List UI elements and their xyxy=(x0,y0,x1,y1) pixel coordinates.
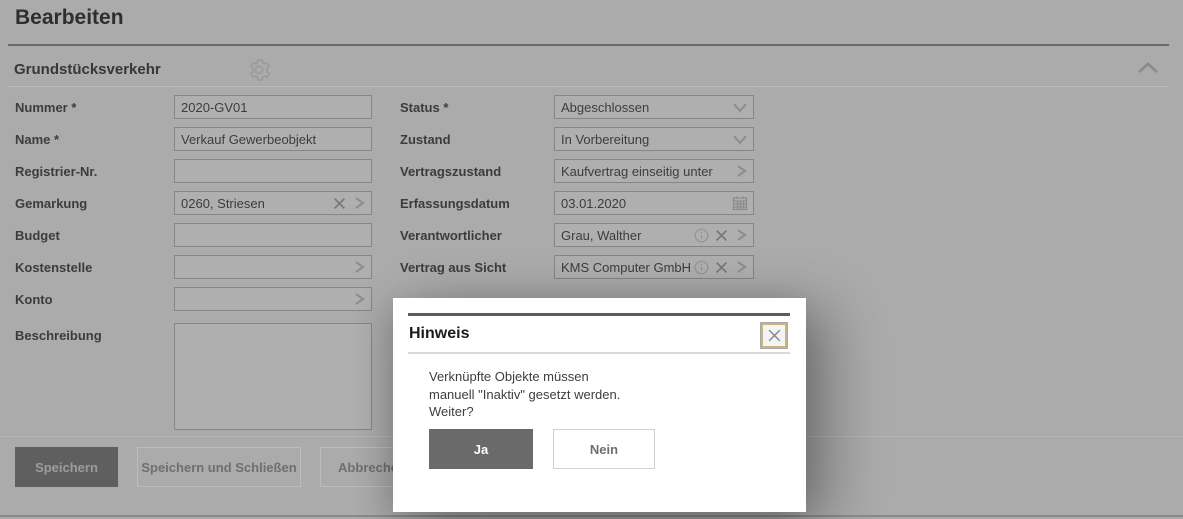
field-label: Verantwortlicher xyxy=(400,228,554,243)
form-column-right: Status * Abgeschlossen Zustand In Vorber… xyxy=(400,95,754,279)
chevron-right-icon[interactable] xyxy=(734,260,748,274)
chevron-up-icon[interactable] xyxy=(1136,60,1160,78)
chevron-right-icon[interactable] xyxy=(352,260,366,274)
yes-button[interactable]: Ja xyxy=(429,429,533,469)
form-row: Name * Verkauf Gewerbeobjekt xyxy=(15,127,372,151)
form-row: Registrier-Nr. xyxy=(15,159,372,183)
dialog-message: Verknüpfte Objekte müssen manuell "Inakt… xyxy=(429,368,620,421)
close-icon[interactable] xyxy=(760,322,788,349)
field-label: Kostenstelle xyxy=(15,260,174,275)
chevron-right-icon[interactable] xyxy=(352,292,366,306)
erfassungsdatum-input[interactable]: 03.01.2020 xyxy=(554,191,754,215)
chevron-down-icon[interactable] xyxy=(732,132,748,146)
field-label: Erfassungsdatum xyxy=(400,196,554,211)
zustand-select[interactable]: In Vorbereitung xyxy=(554,127,754,151)
status-select[interactable]: Abgeschlossen xyxy=(554,95,754,119)
x-icon[interactable] xyxy=(715,261,728,274)
field-label: Status * xyxy=(400,100,554,115)
field-value: Kaufvertrag einseitig unter xyxy=(555,164,734,179)
gear-icon[interactable] xyxy=(245,57,273,85)
form-row: Nummer * 2020-GV01 xyxy=(15,95,372,119)
action-bar: Speichern Speichern und Schließen Abbrec… xyxy=(15,447,424,487)
field-label: Konto xyxy=(15,292,174,307)
field-label: Zustand xyxy=(400,132,554,147)
field-value: Grau, Walther xyxy=(555,228,694,243)
hinweis-dialog: Hinweis Verknüpfte Objekte müssen manuel… xyxy=(393,298,806,512)
form-row: Vertragszustand Kaufvertrag einseitig un… xyxy=(400,159,754,183)
registrier-nr-input[interactable] xyxy=(174,159,372,183)
gemarkung-lookup[interactable]: 0260, Striesen xyxy=(174,191,372,215)
x-icon[interactable] xyxy=(333,197,346,210)
form-row: Budget xyxy=(15,223,372,247)
form-row: Kostenstelle xyxy=(15,255,372,279)
header-divider xyxy=(8,44,1169,46)
konto-lookup[interactable] xyxy=(174,287,372,311)
form-row: Beschreibung xyxy=(15,323,372,430)
form-row: Erfassungsdatum 03.01.2020 xyxy=(400,191,754,215)
budget-input[interactable] xyxy=(174,223,372,247)
form-column-left: Nummer * 2020-GV01 Name * Verkauf Gewerb… xyxy=(15,95,372,430)
dialog-divider xyxy=(408,352,790,354)
field-value: 2020-GV01 xyxy=(175,100,371,115)
chevron-right-icon[interactable] xyxy=(734,164,748,178)
info-icon[interactable] xyxy=(694,260,709,275)
dialog-accent-bar xyxy=(408,313,790,316)
field-label: Nummer * xyxy=(15,100,174,115)
vertrag-aus-sicht-lookup[interactable]: KMS Computer GmbH xyxy=(554,255,754,279)
form-row: Verantwortlicher Grau, Walther xyxy=(400,223,754,247)
bottom-divider xyxy=(0,515,1183,517)
chevron-right-icon[interactable] xyxy=(734,228,748,242)
save-button[interactable]: Speichern xyxy=(15,447,118,487)
form-row: Vertrag aus Sicht KMS Computer GmbH xyxy=(400,255,754,279)
beschreibung-textarea[interactable] xyxy=(174,323,372,430)
x-icon[interactable] xyxy=(715,229,728,242)
field-label: Beschreibung xyxy=(15,323,174,343)
dialog-title: Hinweis xyxy=(409,325,469,343)
field-value: In Vorbereitung xyxy=(555,132,732,147)
field-value: 03.01.2020 xyxy=(555,196,732,211)
form-row: Status * Abgeschlossen xyxy=(400,95,754,119)
field-label: Budget xyxy=(15,228,174,243)
no-button[interactable]: Nein xyxy=(553,429,655,469)
field-label: Vertragszustand xyxy=(400,164,554,179)
nummer-input[interactable]: 2020-GV01 xyxy=(174,95,372,119)
calendar-icon[interactable] xyxy=(732,195,748,211)
form-row: Zustand In Vorbereitung xyxy=(400,127,754,151)
field-value: Verkauf Gewerbeobjekt xyxy=(175,132,371,147)
field-value: KMS Computer GmbH xyxy=(555,260,694,275)
dialog-actions: Ja Nein xyxy=(429,429,655,469)
chevron-down-icon[interactable] xyxy=(732,100,748,114)
dialog-message-line: Verknüpfte Objekte müssen xyxy=(429,368,620,386)
kostenstelle-lookup[interactable] xyxy=(174,255,372,279)
field-value: Abgeschlossen xyxy=(555,100,732,115)
field-label: Gemarkung xyxy=(15,196,174,211)
info-icon[interactable] xyxy=(694,228,709,243)
field-label: Registrier-Nr. xyxy=(15,164,174,179)
form-row: Konto xyxy=(15,287,372,311)
field-label: Vertrag aus Sicht xyxy=(400,260,554,275)
page-title: Bearbeiten xyxy=(15,6,124,30)
save-and-close-button[interactable]: Speichern und Schließen xyxy=(137,447,301,487)
section-title: Grundstücksverkehr xyxy=(14,61,161,78)
dialog-message-line: manuell "Inaktiv" gesetzt werden. xyxy=(429,386,620,404)
field-value: 0260, Striesen xyxy=(175,196,333,211)
field-label: Name * xyxy=(15,132,174,147)
section-divider xyxy=(8,86,1169,87)
verantwortlicher-lookup[interactable]: Grau, Walther xyxy=(554,223,754,247)
form-row: Gemarkung 0260, Striesen xyxy=(15,191,372,215)
name-input[interactable]: Verkauf Gewerbeobjekt xyxy=(174,127,372,151)
chevron-right-icon[interactable] xyxy=(352,196,366,210)
dialog-message-line: Weiter? xyxy=(429,403,620,421)
vertragszustand-lookup[interactable]: Kaufvertrag einseitig unter xyxy=(554,159,754,183)
